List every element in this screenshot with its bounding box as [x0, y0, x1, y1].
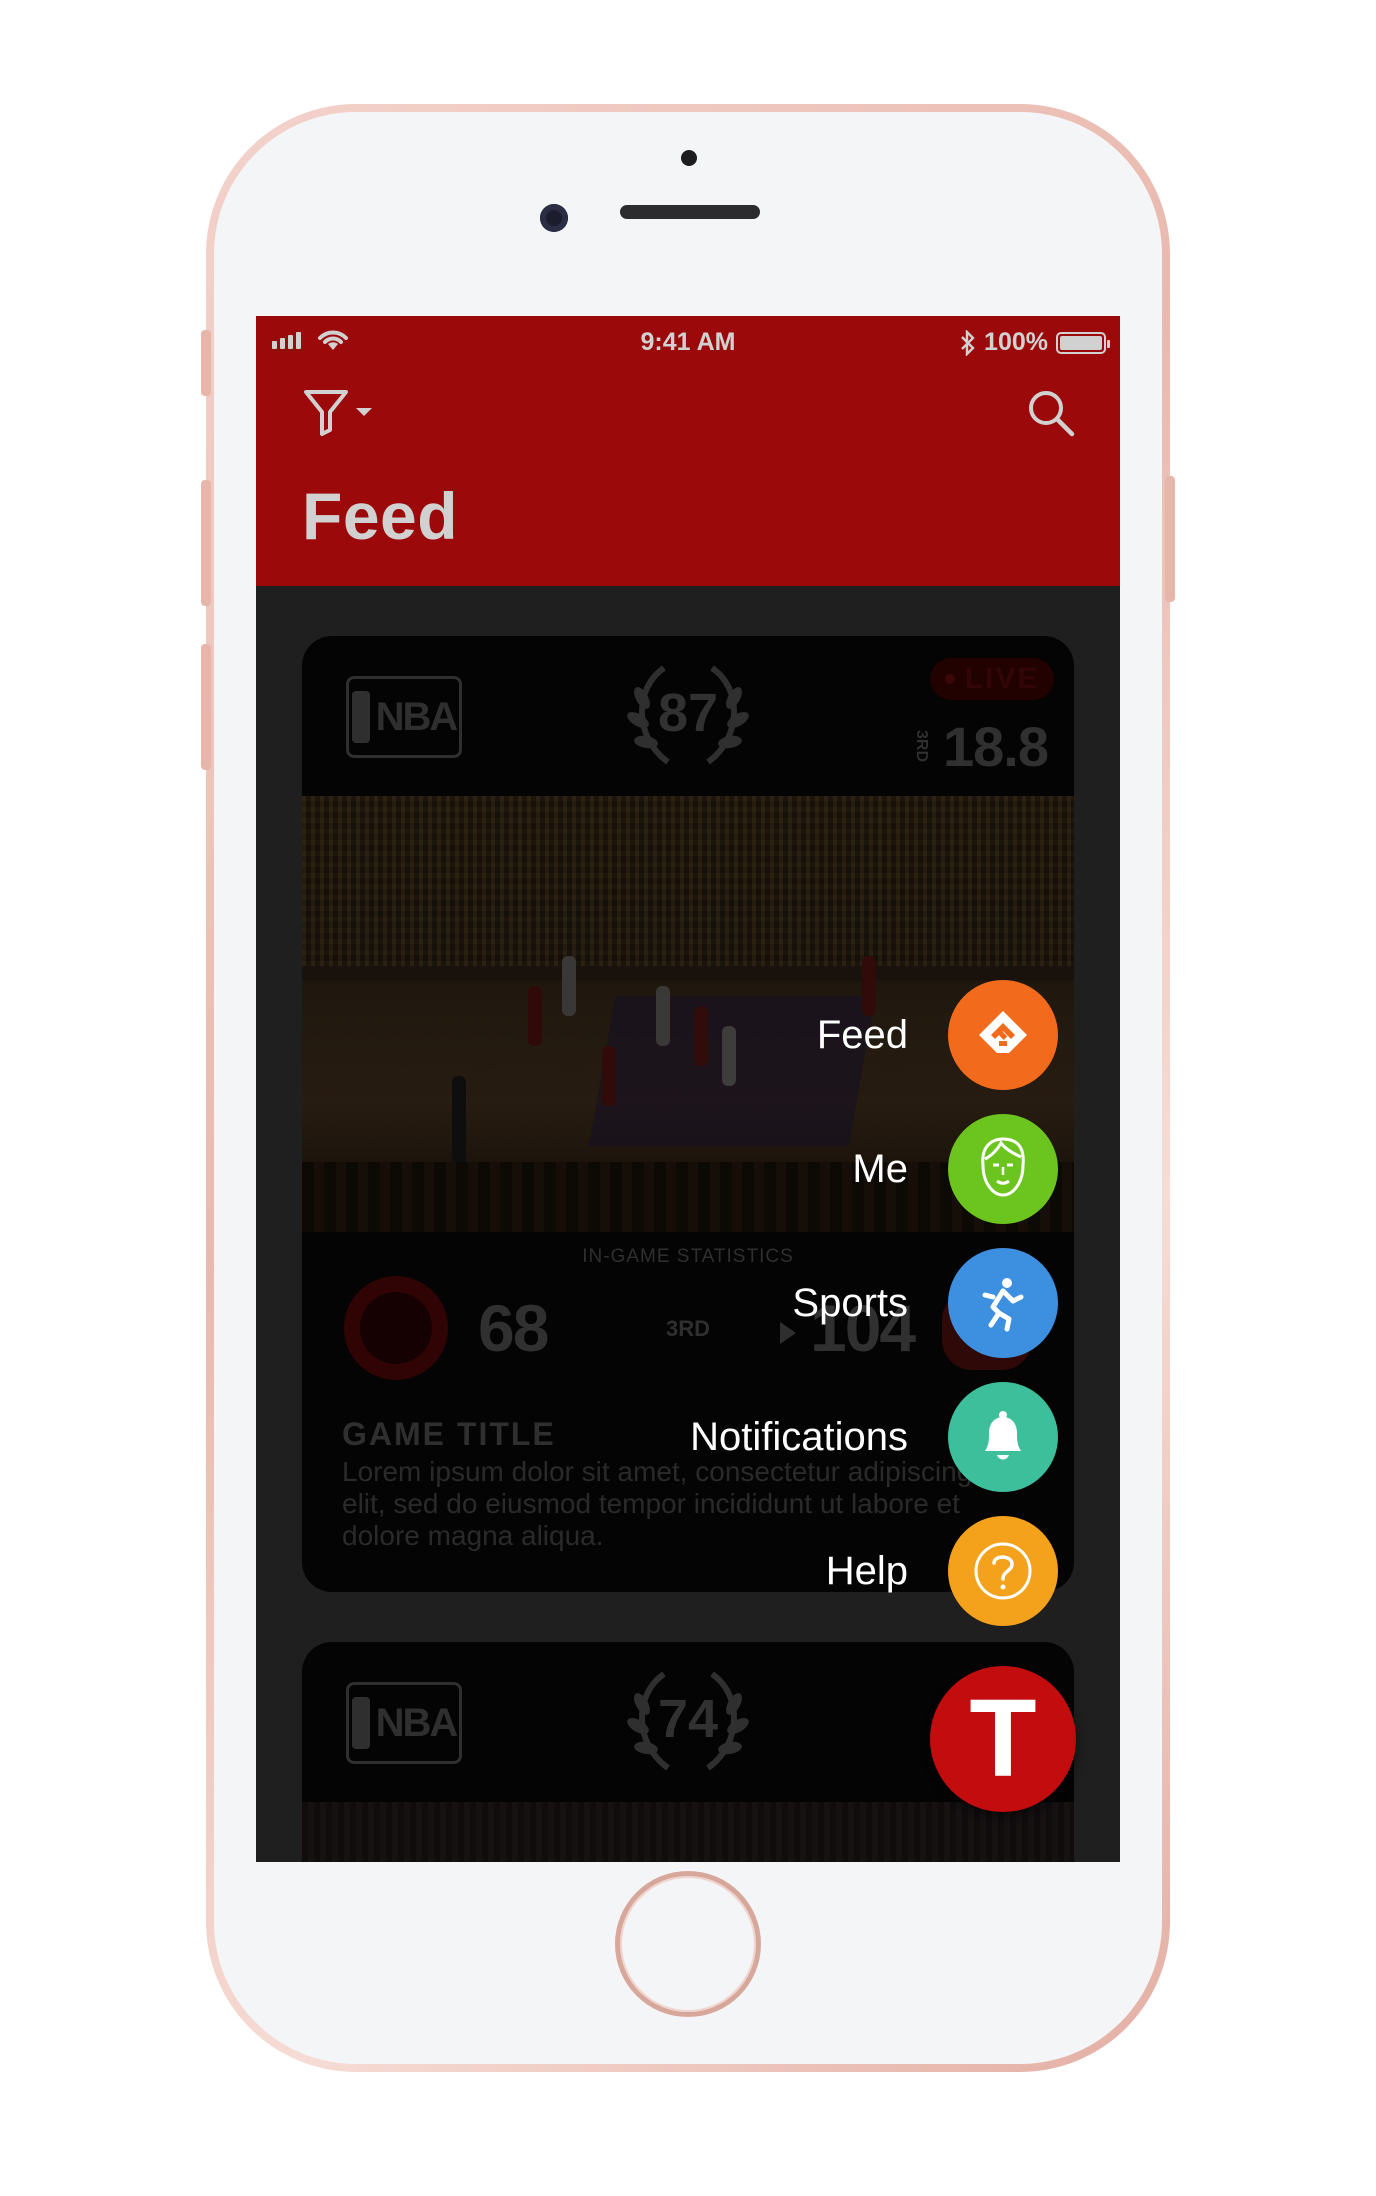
fab-item-notifications[interactable]: Notifications	[690, 1382, 1058, 1492]
power-button	[1165, 476, 1175, 602]
feedly-icon[interactable]	[948, 980, 1058, 1090]
fab-item-feed[interactable]: Feed	[817, 980, 1058, 1090]
volume-down-button	[201, 644, 211, 770]
fab-label-me: Me	[852, 1147, 908, 1192]
earpiece-speaker	[620, 205, 760, 219]
volume-up-button	[201, 480, 211, 606]
fab-label-notifications: Notifications	[690, 1415, 908, 1460]
question-icon[interactable]	[948, 1516, 1058, 1626]
app-screen: 9:41 AM 100% Feed NBA 87 LIVE 3RD 18.8 I…	[256, 316, 1120, 1862]
proximity-sensor	[681, 150, 697, 166]
fab-label-sports: Sports	[792, 1281, 908, 1326]
mute-switch	[201, 330, 211, 396]
athlete-icon[interactable]	[948, 1248, 1058, 1358]
home-button[interactable]	[620, 1876, 756, 2012]
fab-item-help[interactable]: Help	[826, 1516, 1058, 1626]
face-icon[interactable]	[948, 1114, 1058, 1224]
fab-item-sports[interactable]: Sports	[792, 1248, 1058, 1358]
fab-item-me[interactable]: Me	[852, 1114, 1058, 1224]
front-camera	[540, 204, 568, 232]
fab-label-feed: Feed	[817, 1013, 908, 1058]
fab-label-help: Help	[826, 1549, 908, 1594]
main-fab-button[interactable]: T	[930, 1666, 1076, 1812]
bell-icon[interactable]	[948, 1382, 1058, 1492]
